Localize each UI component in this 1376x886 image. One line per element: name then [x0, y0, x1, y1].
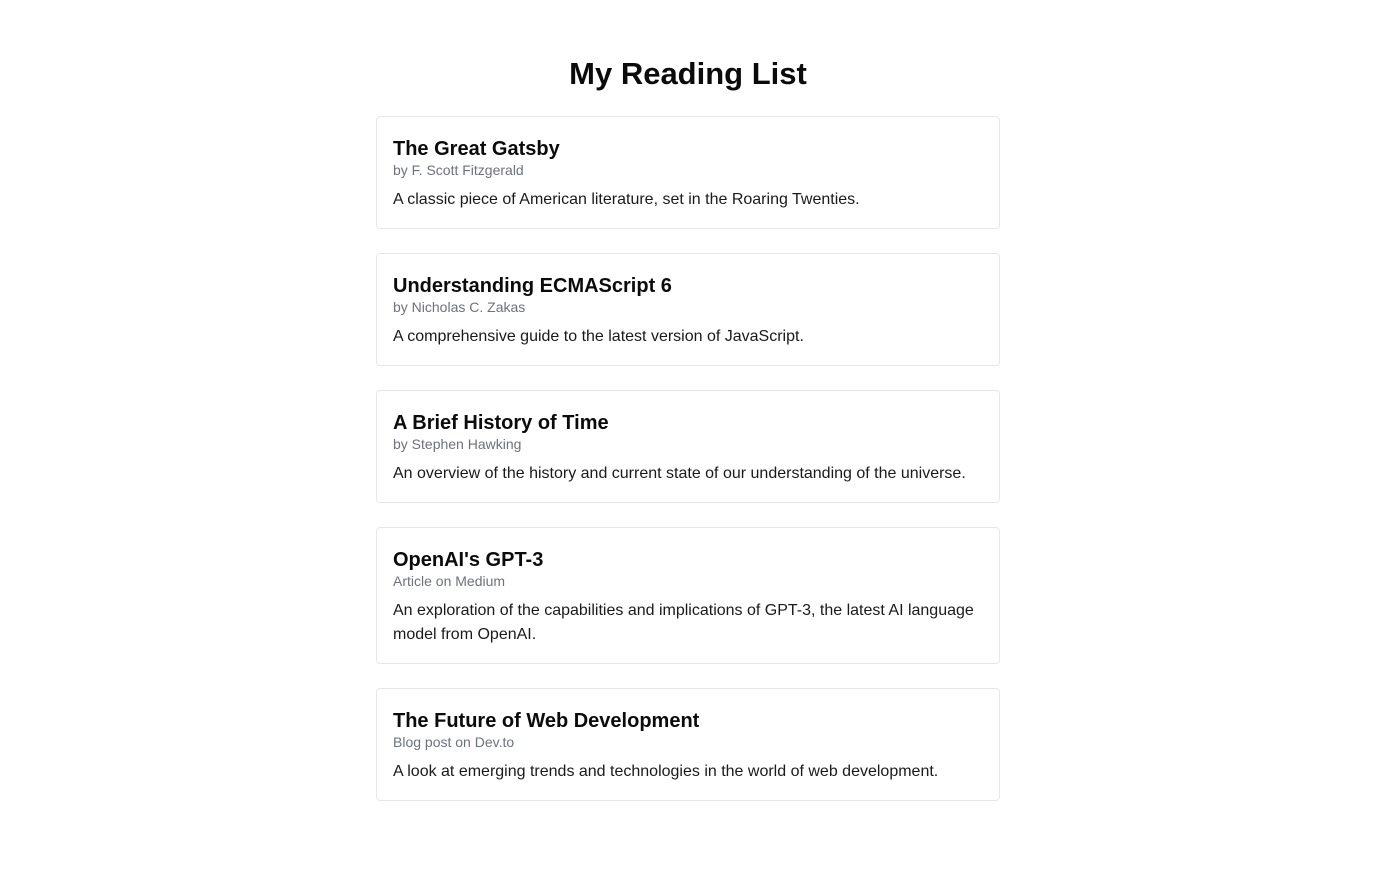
item-source: Blog post on Dev.to: [393, 734, 515, 750]
item-title: Understanding ECMAScript 6: [393, 275, 672, 297]
reading-list: The Great Gatsby by F. Scott Fitzgerald …: [376, 116, 1000, 825]
item-title: A Brief History of Time: [393, 412, 609, 434]
item-description: A look at emerging trends and technologi…: [393, 763, 939, 780]
page-title: My Reading List: [569, 56, 807, 91]
reading-list-page: My Reading List The Great Gatsby by F. S…: [0, 0, 1376, 886]
list-item: Understanding ECMAScript 6 by Nicholas C…: [376, 253, 1000, 366]
item-description: A comprehensive guide to the latest vers…: [393, 328, 804, 345]
item-source: by F. Scott Fitzgerald: [393, 162, 524, 178]
item-title: OpenAI's GPT-3: [393, 549, 544, 571]
item-source: by Nicholas C. Zakas: [393, 299, 526, 315]
list-item: OpenAI's GPT-3 Article on Medium An expl…: [376, 527, 1000, 664]
item-source: Article on Medium: [393, 573, 506, 589]
item-title: The Future of Web Development: [393, 710, 700, 732]
list-item: The Great Gatsby by F. Scott Fitzgerald …: [376, 116, 1000, 229]
item-title: The Great Gatsby: [393, 138, 560, 160]
list-item: The Future of Web Development Blog post …: [376, 688, 1000, 801]
list-item: A Brief History of Time by Stephen Hawki…: [376, 390, 1000, 503]
item-source: by Stephen Hawking: [393, 436, 522, 452]
item-description: A classic piece of American literature, …: [393, 191, 860, 208]
item-description: An exploration of the capabilities and i…: [393, 602, 974, 643]
item-description: An overview of the history and current s…: [393, 465, 966, 482]
